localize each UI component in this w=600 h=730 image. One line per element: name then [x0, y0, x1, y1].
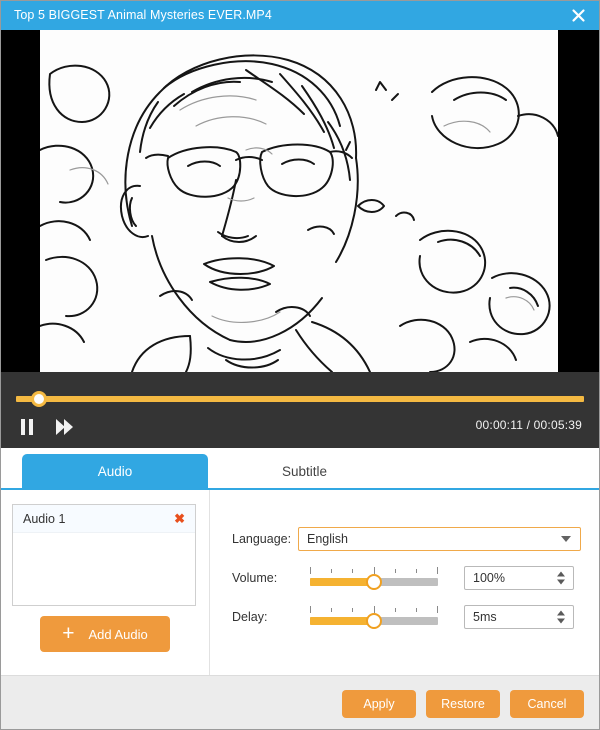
- audio-track-list[interactable]: Audio 1 ✖: [12, 504, 196, 606]
- apply-button[interactable]: Apply: [342, 690, 416, 718]
- seek-thumb[interactable]: [30, 391, 47, 407]
- delay-slider[interactable]: [310, 606, 438, 629]
- language-value: English: [307, 532, 348, 546]
- tab-subtitle[interactable]: Subtitle: [222, 454, 387, 488]
- video-preview-area: [0, 30, 600, 372]
- volume-row: Volume: 100%: [232, 565, 574, 591]
- tab-audio[interactable]: Audio: [22, 454, 208, 488]
- stepper-down-icon[interactable]: [557, 579, 565, 585]
- delay-slider-fill: [310, 617, 374, 625]
- edit-audio-dialog: Top 5 BIGGEST Animal Mysteries EVER.MP4: [0, 0, 600, 730]
- delay-stepper-arrows[interactable]: [557, 610, 565, 624]
- language-row: Language: English: [232, 526, 581, 552]
- player-control-bar: 00:00:11 / 00:05:39: [0, 372, 600, 448]
- transport-controls: [16, 416, 76, 438]
- video-sketch-image: [40, 30, 558, 372]
- stepper-up-icon[interactable]: [557, 571, 565, 577]
- volume-slider[interactable]: [310, 567, 438, 590]
- language-select[interactable]: English: [298, 527, 581, 551]
- time-readout: 00:00:11 / 00:05:39: [475, 418, 582, 432]
- dialog-footer: Apply Restore Cancel: [0, 675, 600, 730]
- close-icon: [571, 8, 585, 22]
- delay-row: Delay: 5ms: [232, 604, 574, 630]
- add-audio-label: Add Audio: [88, 626, 148, 642]
- audio-settings-panel: Audio 1 ✖ + Add Audio Language: English …: [0, 490, 600, 675]
- volume-label: Volume:: [232, 571, 278, 585]
- tab-bar: Audio Subtitle: [0, 448, 600, 490]
- plus-icon: +: [62, 621, 75, 645]
- seek-track[interactable]: [16, 396, 584, 402]
- volume-slider-thumb[interactable]: [366, 574, 382, 590]
- delay-label: Delay:: [232, 610, 268, 624]
- delay-value: 5ms: [473, 610, 497, 624]
- footer-button-group: Apply Restore Cancel: [342, 690, 584, 718]
- fast-forward-icon: [56, 419, 73, 435]
- cancel-button[interactable]: Cancel: [510, 690, 584, 718]
- audio-track-label: Audio 1: [23, 511, 66, 526]
- delay-stepper[interactable]: 5ms: [464, 605, 574, 629]
- restore-button[interactable]: Restore: [426, 690, 500, 718]
- language-label: Language:: [232, 532, 292, 546]
- delay-slider-thumb[interactable]: [366, 613, 382, 629]
- pause-button[interactable]: [16, 416, 38, 438]
- volume-stepper[interactable]: 100%: [464, 566, 574, 590]
- stepper-down-icon[interactable]: [557, 618, 565, 624]
- add-audio-button[interactable]: + Add Audio: [40, 616, 170, 652]
- stepper-up-icon[interactable]: [557, 610, 565, 616]
- window-title: Top 5 BIGGEST Animal Mysteries EVER.MP4: [14, 8, 272, 22]
- titlebar: Top 5 BIGGEST Animal Mysteries EVER.MP4: [0, 0, 600, 30]
- pause-icon: [21, 419, 33, 435]
- close-button[interactable]: [556, 0, 600, 30]
- remove-track-icon[interactable]: ✖: [173, 512, 186, 525]
- video-frame: [40, 30, 558, 372]
- volume-slider-fill: [310, 578, 374, 586]
- panel-divider: [209, 490, 210, 675]
- fast-forward-button[interactable]: [54, 416, 76, 438]
- list-item[interactable]: Audio 1 ✖: [13, 505, 195, 533]
- volume-stepper-arrows[interactable]: [557, 571, 565, 585]
- volume-value: 100%: [473, 571, 505, 585]
- chevron-down-icon: [561, 536, 571, 542]
- seek-bar[interactable]: [16, 391, 584, 407]
